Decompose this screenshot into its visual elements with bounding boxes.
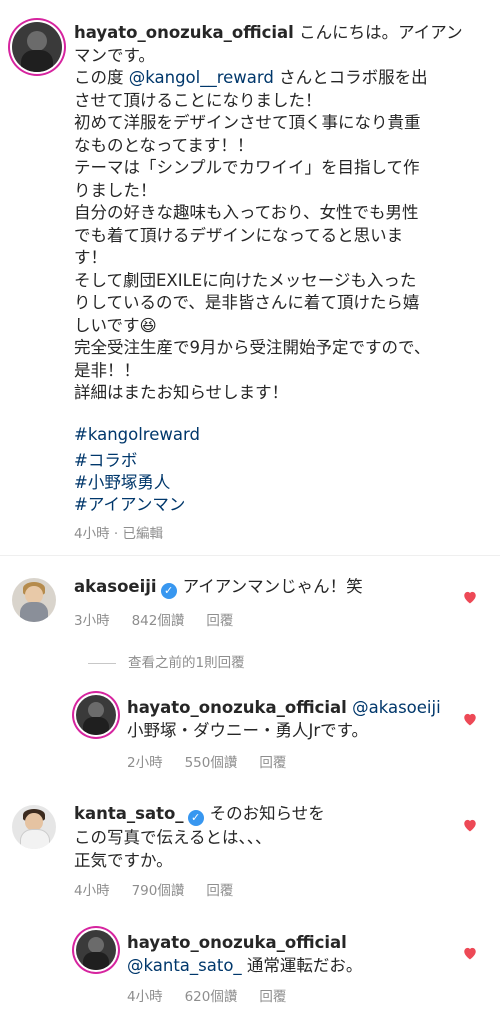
post-caption: hayato_onozuka_official こんにちは。アイアン マンです。…: [74, 23, 463, 402]
divider: [0, 555, 500, 556]
verified-badge-icon: ✓: [160, 583, 177, 599]
reply-author-avatar[interactable]: [76, 695, 116, 735]
hashtag-link[interactable]: #アイアンマン: [74, 491, 185, 515]
post-author-avatar[interactable]: [12, 22, 62, 72]
comment-meta: 4小時 790個讚 回覆: [74, 879, 255, 899]
comment: kanta_sato_ ✓ そのお知らせを この写真で伝えるとは、、、 正気ですか。: [74, 802, 454, 872]
comment: akasoeiji ✓ アイアンマンじゃん！笑: [74, 575, 454, 599]
post-meta: 4小時 · 已編輯: [74, 526, 163, 542]
reply-author-avatar[interactable]: [76, 930, 116, 970]
comment-username[interactable]: kanta_sato_: [74, 804, 184, 823]
comment-text: アイアンマンじゃん！笑: [182, 577, 363, 596]
mention-link[interactable]: @kanta_sato_: [127, 956, 242, 975]
reply-likes[interactable]: 620個讚: [185, 989, 238, 1005]
reply-button[interactable]: 回覆: [206, 883, 233, 899]
reply-meta: 2小時 550個讚 回覆: [127, 751, 308, 771]
post-username[interactable]: hayato_onozuka_official: [74, 23, 294, 42]
reply-button[interactable]: 回覆: [259, 989, 286, 1005]
mention-link[interactable]: @kangol__reward: [129, 68, 274, 87]
hashtag-link[interactable]: #kangolreward: [74, 425, 200, 444]
heart-icon[interactable]: [462, 818, 478, 832]
view-previous-replies[interactable]: 查看之前的1則回覆: [88, 651, 245, 671]
reply-likes[interactable]: 550個讚: [185, 755, 238, 771]
reply-text: 小野塚・ダウニー・勇人Jrです。: [127, 721, 368, 740]
verified-badge-icon: ✓: [187, 810, 204, 826]
reply-username[interactable]: hayato_onozuka_official: [127, 698, 347, 717]
comment-likes[interactable]: 842個讚: [132, 613, 185, 629]
comment-text-line: 正気ですか。: [74, 851, 173, 870]
reply-username[interactable]: hayato_onozuka_official: [127, 933, 347, 952]
reply-button[interactable]: 回覆: [259, 755, 286, 771]
commenter-avatar[interactable]: [12, 805, 56, 849]
reply-meta: 4小時 620個讚 回覆: [127, 985, 308, 1005]
commenter-avatar[interactable]: [12, 578, 56, 622]
comment-meta: 3小時 842個讚 回覆: [74, 609, 255, 629]
hashtag-link[interactable]: #コラボ: [74, 447, 137, 471]
heart-icon[interactable]: [462, 946, 478, 960]
reply-comment: hayato_onozuka_official @kanta_sato_ 通常運…: [127, 931, 452, 977]
comment-time: 3小時: [74, 613, 110, 629]
comment-username[interactable]: akasoeiji: [74, 577, 157, 596]
reply-text: 通常運転だお。: [241, 956, 363, 975]
reply-comment: hayato_onozuka_official @akasoeiji 小野塚・ダ…: [127, 696, 452, 742]
heart-icon[interactable]: [462, 590, 478, 604]
comment-text-line: この写真で伝えるとは、、、: [74, 828, 272, 847]
reply-time: 4小時: [127, 989, 163, 1005]
reply-button[interactable]: 回覆: [206, 613, 233, 629]
comment-time: 4小時: [74, 883, 110, 899]
comment-text-line: そのお知らせを: [209, 804, 325, 823]
reply-time: 2小時: [127, 755, 163, 771]
comment-likes[interactable]: 790個讚: [132, 883, 185, 899]
hashtag-link[interactable]: #小野塚勇人: [74, 469, 170, 493]
heart-icon[interactable]: [462, 712, 478, 726]
mention-link[interactable]: @akasoeiji: [352, 698, 441, 717]
